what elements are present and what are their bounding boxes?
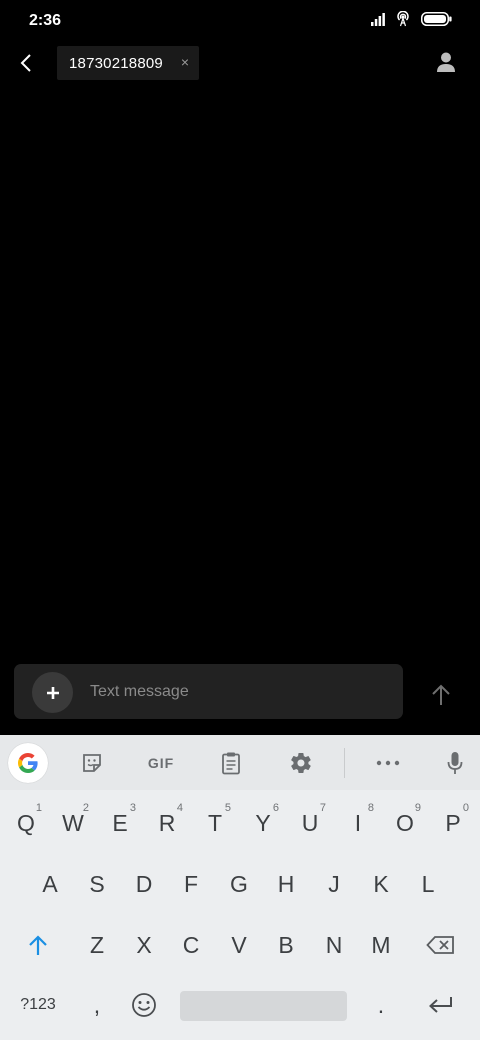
key-w[interactable]: W2 [50,799,96,847]
sticker-icon [83,754,101,772]
key-d[interactable]: D [121,860,167,908]
shift-arrow-icon [29,935,47,955]
settings-button[interactable] [283,745,319,781]
key-r[interactable]: R4 [144,799,190,847]
comma-key[interactable]: , [74,981,120,1029]
key-g[interactable]: G [216,860,262,908]
symbols-key[interactable]: ?123 [12,981,64,1029]
shift-key[interactable] [15,921,61,969]
key-f[interactable]: F [168,860,214,908]
key-s[interactable]: S [74,860,120,908]
backspace-icon [426,936,454,954]
enter-icon [429,997,452,1013]
key-z[interactable]: Z [74,921,120,969]
person-icon [437,52,455,72]
google-button[interactable] [8,743,48,783]
key-e[interactable]: E3 [97,799,143,847]
sticker-button[interactable] [74,745,110,781]
emoji-icon [132,993,156,1017]
key-t[interactable]: T5 [192,799,238,847]
toolbar-divider [344,748,345,778]
add-attachment-button[interactable] [32,672,73,713]
clipboard-icon [222,752,240,775]
battery-icon [421,12,452,31]
key-h[interactable]: H [263,860,309,908]
key-y[interactable]: Y6 [240,799,286,847]
key-j[interactable]: J [311,860,357,908]
key-v[interactable]: V [216,921,262,969]
key-i[interactable]: I8 [335,799,381,847]
voice-input-button[interactable] [437,745,473,781]
contact-button[interactable] [434,50,458,76]
keyboard-toolbar: GIF [0,735,480,790]
recipient-chip[interactable]: 18730218809 × [57,46,199,80]
signal-icon [371,12,385,31]
emoji-key[interactable] [121,981,167,1029]
back-button[interactable] [12,48,40,78]
enter-key[interactable] [418,981,464,1029]
space-bar[interactable] [180,991,347,1021]
key-a[interactable]: A [27,860,73,908]
key-q[interactable]: Q1 [3,799,49,847]
period-key[interactable]: . [358,981,404,1029]
gear-icon [291,753,311,774]
more-button[interactable] [370,745,406,781]
chevron-left-icon [20,54,31,72]
key-m[interactable]: M [358,921,404,969]
gif-button[interactable]: GIF [143,745,179,781]
key-l[interactable]: L [405,860,451,908]
clipboard-button[interactable] [213,745,249,781]
more-horizontal-icon [376,760,400,766]
key-c[interactable]: C [168,921,214,969]
backspace-key[interactable] [418,921,464,969]
key-o[interactable]: O9 [382,799,428,847]
keyboard: GIF Q1 W2 E3 R4 T5 Y6 U7 I8 O9 P0 A S D … [0,735,480,1040]
key-n[interactable]: N [311,921,357,969]
key-p[interactable]: P0 [430,799,476,847]
key-u[interactable]: U7 [287,799,333,847]
plus-icon [46,686,59,699]
compose-bar [14,664,403,719]
microphone-icon [447,752,463,774]
status-icons [371,10,452,32]
status-time: 2:36 [29,12,62,29]
google-logo-icon [18,753,38,773]
arrow-up-icon [432,684,450,705]
gif-label: GIF [147,755,175,771]
key-b[interactable]: B [263,921,309,969]
status-bar: 2:36 [0,0,480,44]
message-input[interactable] [90,674,390,710]
hotspot-icon [395,10,411,32]
send-button[interactable] [426,680,456,710]
recipient-number: 18730218809 [69,54,163,72]
chip-close-icon[interactable]: × [181,54,189,70]
key-x[interactable]: X [121,921,167,969]
key-k[interactable]: K [358,860,404,908]
